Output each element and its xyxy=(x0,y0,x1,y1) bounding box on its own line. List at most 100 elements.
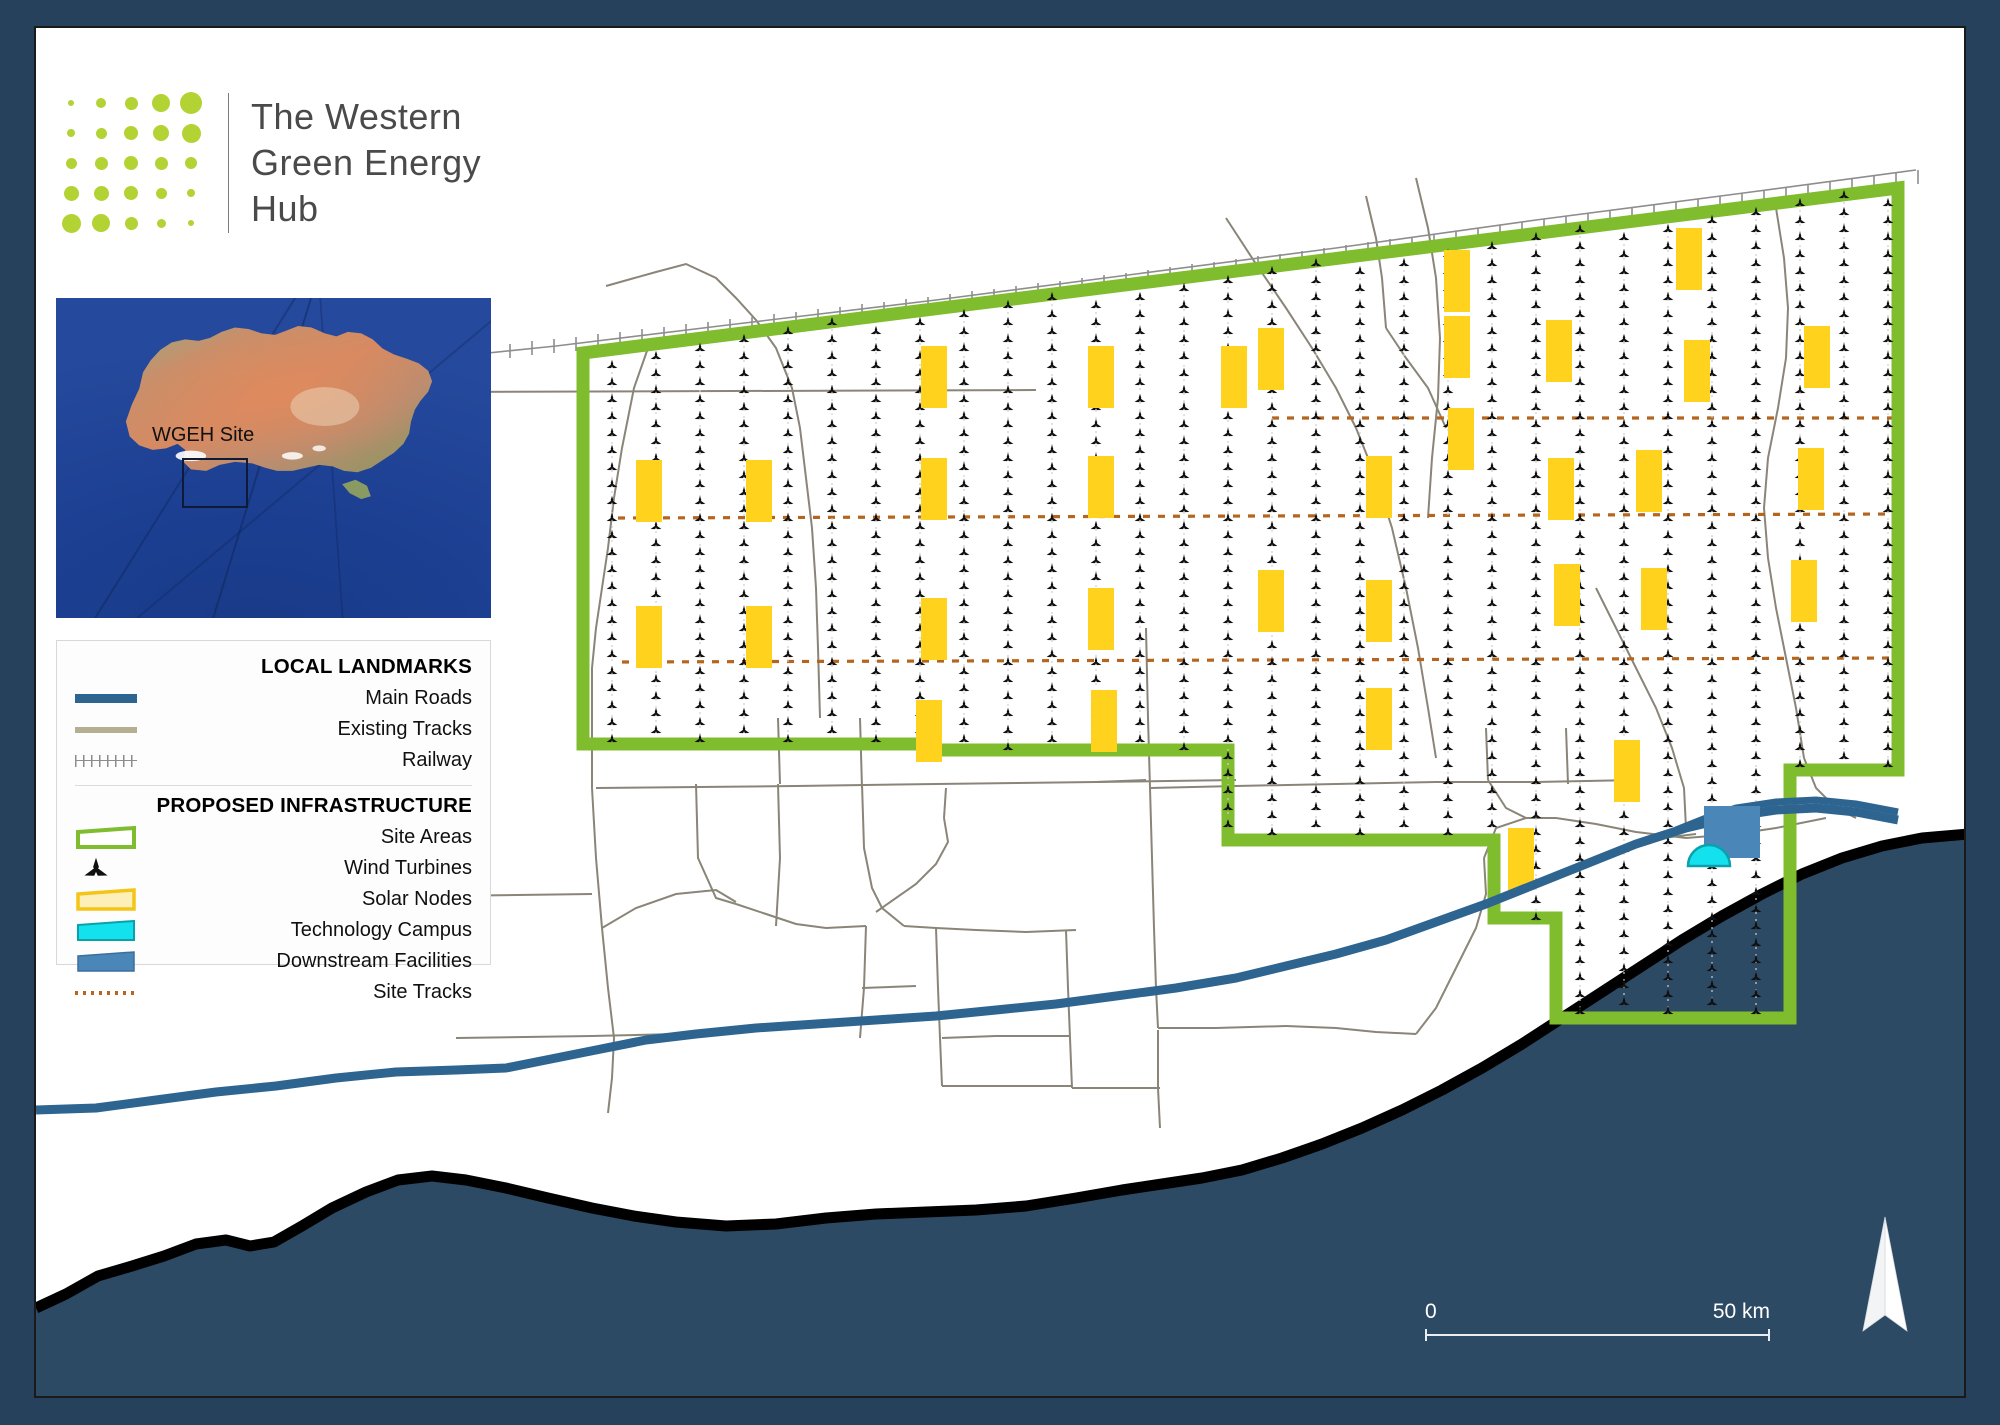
wind-turbine-icon xyxy=(1706,316,1718,326)
wind-turbine-icon xyxy=(1310,801,1322,811)
wind-turbine-icon xyxy=(1838,325,1850,335)
legend-item-existing-tracks[interactable]: Existing Tracks xyxy=(75,714,472,745)
wind-turbine-icon xyxy=(694,478,706,488)
wind-turbine-icon xyxy=(1002,707,1014,717)
wind-turbine-icon xyxy=(1354,554,1366,564)
wind-turbine-icon xyxy=(1618,690,1630,700)
wind-turbine-icon xyxy=(1354,350,1366,360)
wind-turbine-icon xyxy=(606,699,618,709)
legend-item-site-areas[interactable]: Site Areas xyxy=(75,822,472,853)
wind-turbine-icon xyxy=(1530,248,1542,258)
wind-turbine-icon xyxy=(1662,359,1674,369)
legend-item-downstream-facilities[interactable]: Downstream Facilities xyxy=(75,946,472,977)
wind-turbine-icon xyxy=(1618,435,1630,445)
wind-turbine-icon xyxy=(826,384,838,394)
wind-turbine-icon xyxy=(694,563,706,573)
wind-turbine-icon xyxy=(1706,231,1718,241)
legend-item-site-tracks[interactable]: Site Tracks xyxy=(75,977,472,1008)
wind-turbine-icon xyxy=(1222,597,1234,607)
wind-turbine-icon xyxy=(1662,529,1674,539)
wind-turbine-icon xyxy=(1662,767,1674,777)
wind-turbine-icon xyxy=(1662,631,1674,641)
wind-turbine-icon xyxy=(694,648,706,658)
wind-turbine-icon xyxy=(1574,750,1586,760)
wind-turbine-icon xyxy=(1486,733,1498,743)
wind-turbine-icon xyxy=(782,699,794,709)
wind-turbine-icon xyxy=(1134,376,1146,386)
wind-turbine-icon xyxy=(1398,682,1410,692)
wind-turbine-icon xyxy=(782,342,794,352)
wind-turbine-icon xyxy=(782,376,794,386)
legend-item-railway[interactable]: Railway xyxy=(75,745,472,776)
wind-turbine-icon xyxy=(1530,673,1542,683)
wind-turbine-icon xyxy=(694,393,706,403)
wind-turbine-icon xyxy=(1398,801,1410,811)
wind-turbine-icon xyxy=(1618,333,1630,343)
wind-turbine-icon xyxy=(738,554,750,564)
wind-turbine-icon xyxy=(1530,809,1542,819)
wind-turbine-icon xyxy=(1178,503,1190,513)
solar-node-marker xyxy=(1091,690,1117,752)
wind-turbine-icon xyxy=(1266,724,1278,734)
wind-turbine-icon xyxy=(1134,342,1146,352)
wind-turbine-icon xyxy=(1222,648,1234,658)
wind-turbine-icon xyxy=(1838,257,1850,267)
wind-turbine-icon xyxy=(1574,240,1586,250)
solar-node-marker xyxy=(746,606,772,668)
australia-locator-map[interactable]: WGEH Site xyxy=(56,298,491,618)
wind-turbine-icon xyxy=(1750,291,1762,301)
wind-turbine-icon xyxy=(1222,716,1234,726)
wind-turbine-icon xyxy=(1750,461,1762,471)
wind-turbine-icon xyxy=(1486,257,1498,267)
logo-dot xyxy=(116,148,146,178)
wind-turbine-icon xyxy=(1354,452,1366,462)
wind-turbine-icon xyxy=(1662,920,1674,930)
legend-item-wind-turbines[interactable]: Wind Turbines xyxy=(75,853,472,884)
wind-turbine-icon xyxy=(1618,605,1630,615)
wind-turbine-icon xyxy=(606,648,618,658)
legend-item-technology-campus[interactable]: Technology Campus xyxy=(75,915,472,946)
wind-turbine-icon xyxy=(1178,605,1190,615)
wind-turbine-icon xyxy=(606,427,618,437)
wind-turbine-icon xyxy=(1750,223,1762,233)
site-area-swatch-icon xyxy=(75,825,149,850)
wind-turbine-icon xyxy=(1794,401,1806,411)
wind-turbine-icon xyxy=(1838,393,1850,403)
wind-turbine-icon xyxy=(1750,495,1762,505)
wind-turbine-icon xyxy=(1178,724,1190,734)
wind-turbine-icon xyxy=(1618,673,1630,683)
wind-turbine-icon xyxy=(782,495,794,505)
wind-turbine-icon xyxy=(1354,520,1366,530)
wind-turbine-icon xyxy=(1574,393,1586,403)
wind-turbine-icon xyxy=(1838,274,1850,284)
wind-turbine-icon xyxy=(1706,401,1718,411)
wind-turbine-icon xyxy=(1486,784,1498,794)
wind-turbine-icon xyxy=(1046,461,1058,471)
logo-dot xyxy=(116,118,146,148)
wind-turbine-icon xyxy=(1706,894,1718,904)
wind-turbine-icon xyxy=(1530,452,1542,462)
wind-turbine-icon xyxy=(1574,682,1586,692)
wind-turbine-icon xyxy=(1662,393,1674,403)
wind-turbine-icon xyxy=(1222,580,1234,590)
wind-turbine-icon xyxy=(870,529,882,539)
wind-turbine-icon xyxy=(826,724,838,734)
wind-turbine-icon xyxy=(1442,384,1454,394)
wind-turbine-icon xyxy=(1046,359,1058,369)
wind-turbine-icon xyxy=(782,461,794,471)
solar-node-marker xyxy=(1614,740,1640,802)
wind-turbine-icon xyxy=(1486,818,1498,828)
wind-turbine-icon xyxy=(1002,401,1014,411)
wind-turbine-icon xyxy=(1750,393,1762,403)
legend-item-main-roads[interactable]: Main Roads xyxy=(75,683,472,714)
wind-turbine-icon xyxy=(1354,605,1366,615)
map-legend[interactable]: LOCAL LANDMARKS Main Roads Existing Trac… xyxy=(56,640,491,1003)
wind-turbine-icon xyxy=(738,707,750,717)
wind-turbine-icon xyxy=(606,580,618,590)
wind-turbine-icon xyxy=(1574,444,1586,454)
legend-item-solar-nodes[interactable]: Solar Nodes xyxy=(75,884,472,915)
wind-turbine-icon xyxy=(1090,520,1102,530)
solar-node-marker xyxy=(1548,458,1574,520)
wind-turbine-icon xyxy=(650,401,662,411)
map-canvas[interactable]: The Western Green Energy Hub WGEH Site L… xyxy=(34,26,1966,1398)
